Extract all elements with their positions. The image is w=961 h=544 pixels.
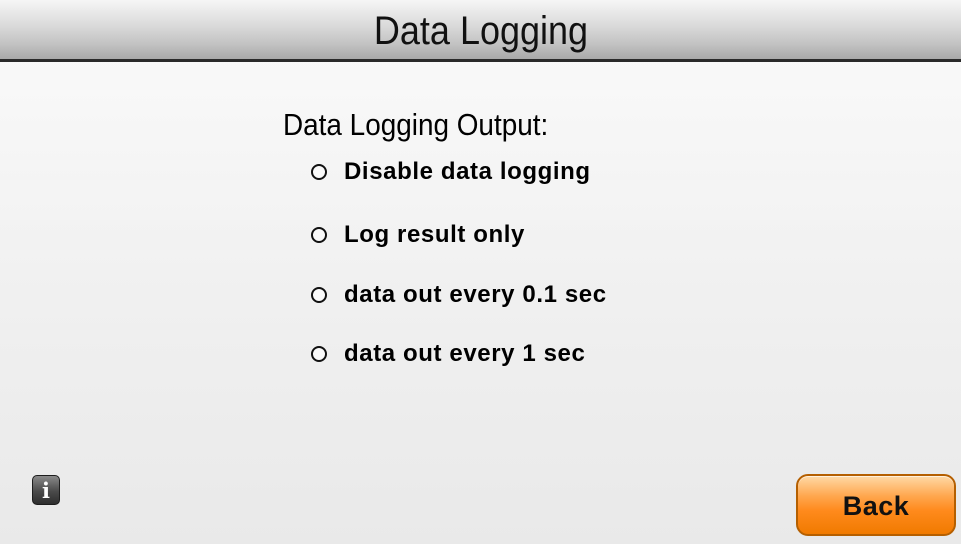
back-button[interactable]: Back	[796, 474, 956, 536]
option-label: data out every 0.1 sec	[344, 281, 607, 308]
radio-button-icon[interactable]	[311, 346, 327, 362]
option-disable-data-logging[interactable]: Disable data logging	[311, 155, 591, 189]
option-label: data out every 1 sec	[344, 340, 586, 367]
option-log-result-only[interactable]: Log result only	[311, 218, 525, 252]
option-label: Log result only	[344, 221, 526, 248]
section-label: Data Logging Output:	[283, 107, 549, 142]
option-data-out-every-1-sec[interactable]: data out every 1 sec	[311, 337, 585, 371]
option-label: Disable data logging	[344, 158, 591, 185]
info-button[interactable]: i	[32, 475, 60, 505]
title-bar: Data Logging	[0, 0, 961, 62]
radio-button-icon[interactable]	[311, 164, 327, 180]
radio-button-icon[interactable]	[311, 227, 327, 243]
radio-button-icon[interactable]	[311, 287, 327, 303]
option-data-out-every-0-1-sec[interactable]: data out every 0.1 sec	[311, 278, 607, 312]
back-button-label: Back	[842, 490, 910, 521]
info-icon: i	[42, 477, 50, 503]
page-title: Data Logging	[373, 9, 588, 53]
